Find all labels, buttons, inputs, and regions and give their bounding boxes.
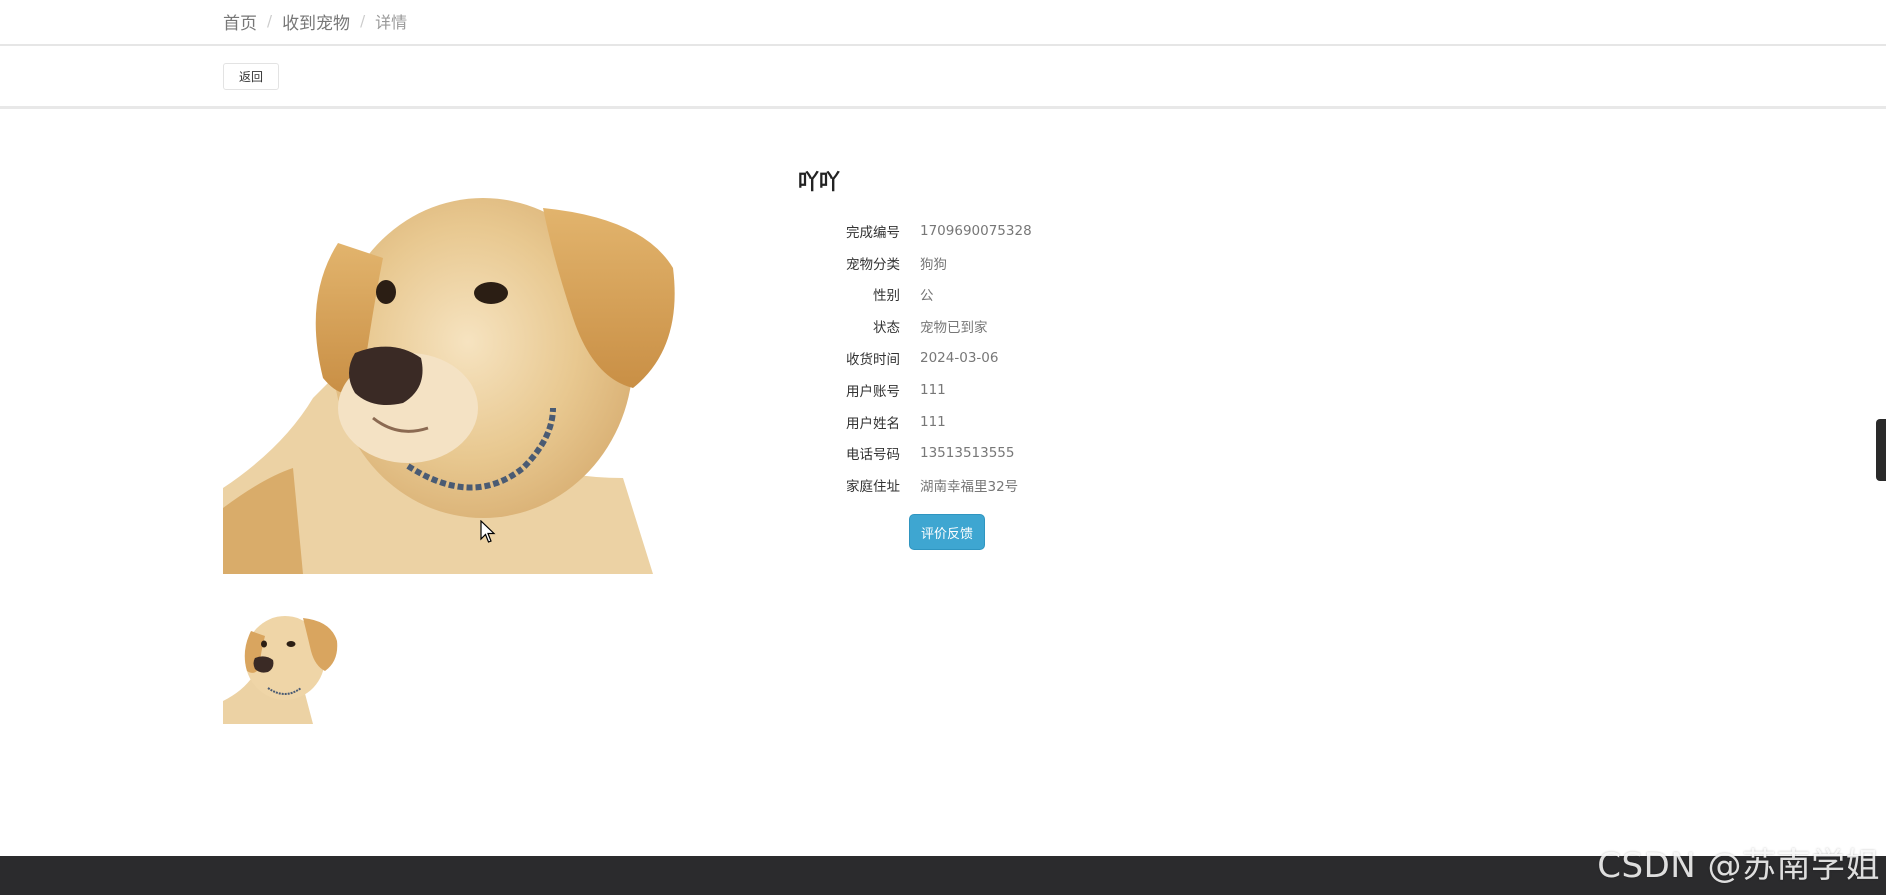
watermark: CSDN @苏南学姐: [1597, 846, 1880, 886]
detail-value: 宠物已到家: [920, 320, 988, 337]
detail-label: 用户姓名: [846, 415, 900, 432]
detail-value: 1709690075328: [920, 222, 1032, 239]
mouse-cursor-icon: [480, 520, 496, 543]
pet-name: 吖吖: [798, 170, 840, 194]
detail-label: 性别: [873, 288, 900, 305]
review-feedback-button[interactable]: 评价反馈: [909, 514, 985, 550]
breadcrumb-separator: /: [360, 12, 366, 30]
detail-row-category: 宠物分类 狗狗: [780, 247, 1180, 279]
detail-value: 公: [920, 288, 934, 305]
back-button[interactable]: 返回: [223, 63, 279, 90]
breadcrumb: 首页 / 收到宠物 / 详情: [223, 8, 407, 34]
breadcrumb-home[interactable]: 首页: [223, 9, 257, 34]
detail-row-status: 状态 宠物已到家: [780, 310, 1180, 342]
detail-label: 宠物分类: [846, 256, 900, 273]
side-scroll-handle[interactable]: [1876, 419, 1886, 481]
breadcrumb-separator: /: [267, 12, 273, 30]
detail-value: 111: [920, 413, 946, 430]
detail-row-user-name: 用户姓名 111: [780, 406, 1180, 438]
detail-label: 收货时间: [846, 352, 900, 369]
detail-label: 完成编号: [846, 224, 900, 241]
breadcrumb-received-pets[interactable]: 收到宠物: [282, 9, 350, 34]
detail-label: 用户账号: [846, 383, 900, 400]
divider: [0, 106, 1886, 109]
detail-label: 状态: [873, 320, 900, 337]
pet-main-image: [223, 148, 679, 574]
detail-row-address: 家庭住址 湖南幸福里32号: [780, 469, 1180, 501]
detail-value: 111: [920, 381, 946, 398]
detail-row-gender: 性别 公: [780, 279, 1180, 311]
detail-value: 13513513555: [920, 445, 1015, 462]
breadcrumb-current: 详情: [375, 13, 408, 32]
detail-row-order-number: 完成编号 1709690075328: [780, 215, 1180, 247]
detail-row-user-account: 用户账号 111: [780, 374, 1180, 406]
detail-row-phone: 电话号码 13513513555: [780, 438, 1180, 470]
detail-label: 电话号码: [846, 447, 900, 464]
pet-thumbnail[interactable]: [223, 606, 338, 724]
divider: [0, 44, 1886, 46]
detail-value: 狗狗: [920, 256, 947, 273]
detail-row-received-time: 收货时间 2024-03-06: [780, 342, 1180, 374]
detail-value: 湖南幸福里32号: [920, 479, 1019, 496]
detail-label: 家庭住址: [846, 479, 900, 496]
pet-detail-page: 首页 / 收到宠物 / 详情 返回 吖吖 完成编号 1709690075328 …: [0, 0, 1886, 895]
pet-detail-list: 完成编号 1709690075328 宠物分类 狗狗 性别 公 状态 宠物已到家…: [780, 215, 1180, 501]
detail-value: 2024-03-06: [920, 350, 999, 367]
